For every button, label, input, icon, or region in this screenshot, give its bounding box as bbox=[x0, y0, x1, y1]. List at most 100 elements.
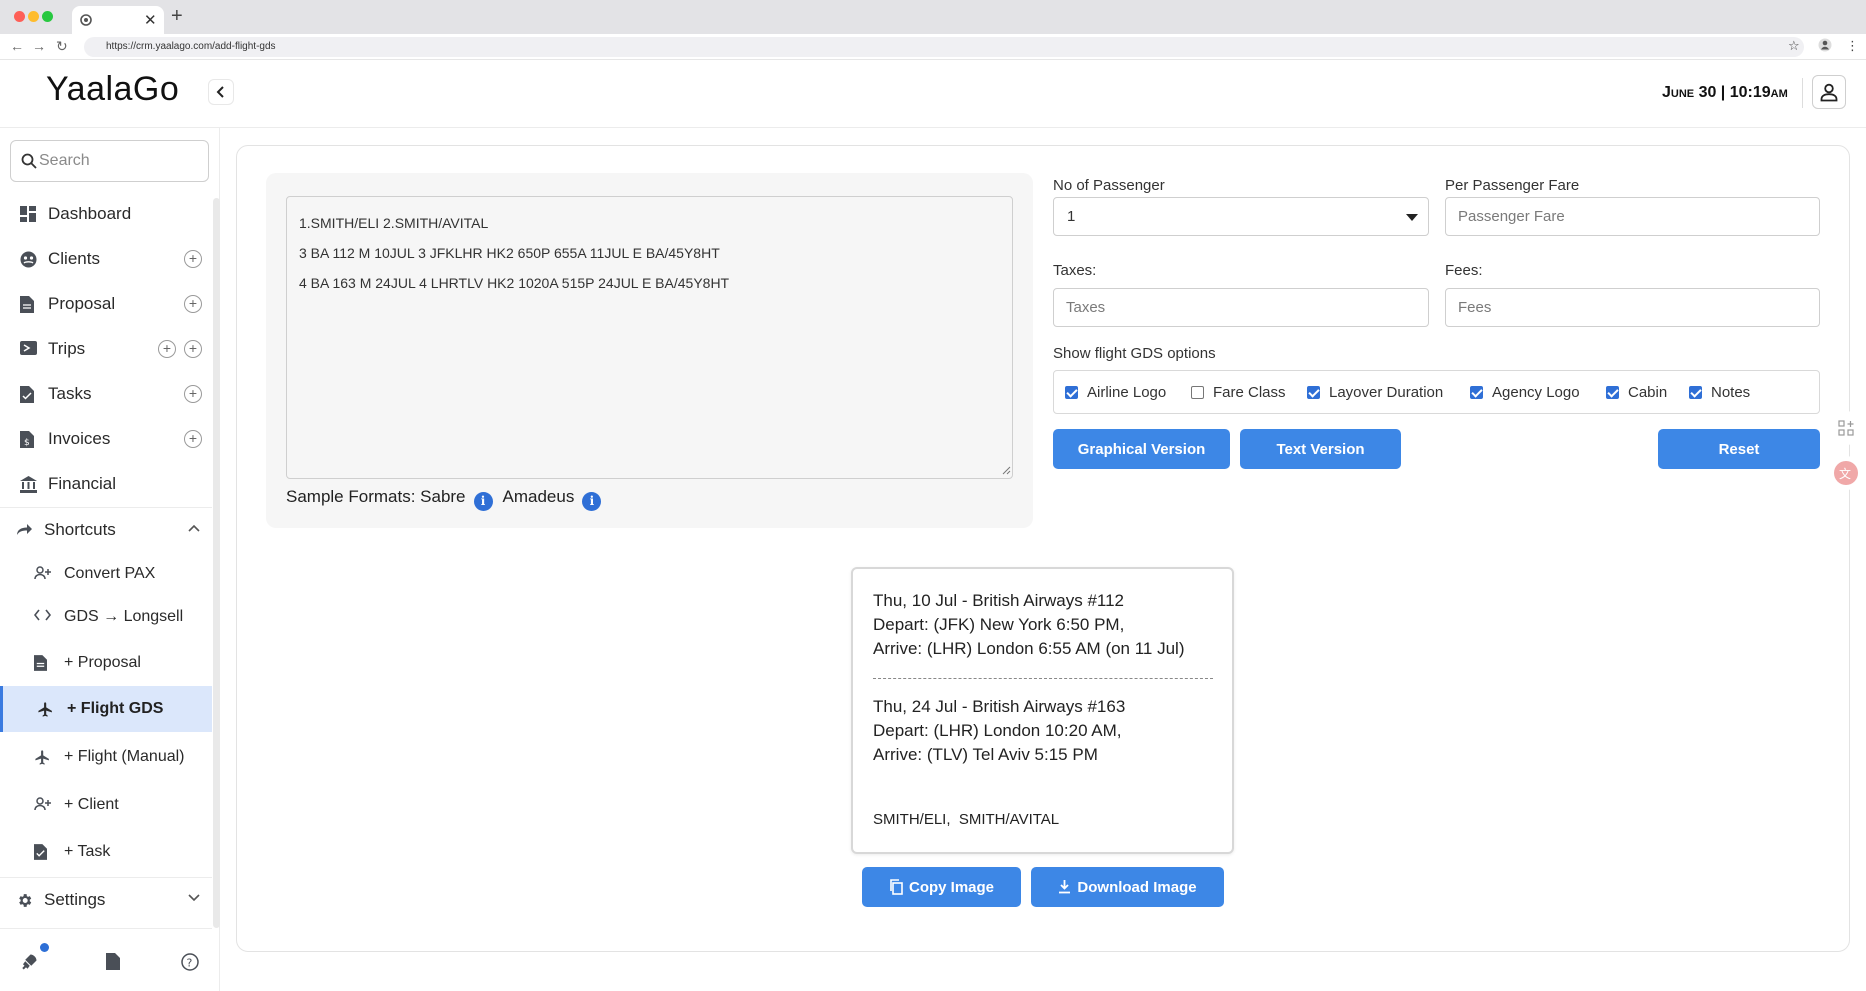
option-label: Agency Logo bbox=[1492, 384, 1580, 401]
reload-icon[interactable]: ↻ bbox=[56, 38, 68, 55]
shortcut-add-client[interactable]: + Client bbox=[0, 782, 212, 828]
maximize-window-button[interactable] bbox=[42, 11, 53, 22]
sidebar-settings-toggle[interactable]: Settings bbox=[0, 877, 212, 921]
download-image-button[interactable]: Download Image bbox=[1031, 867, 1224, 907]
sidebar-scrollbar[interactable] bbox=[213, 198, 220, 928]
shortcut-add-proposal[interactable]: + Proposal bbox=[0, 640, 212, 686]
close-window-button[interactable] bbox=[14, 11, 25, 22]
checkbox[interactable] bbox=[1606, 386, 1619, 399]
passengers-select[interactable]: 1 bbox=[1053, 197, 1429, 236]
ticket-icon bbox=[20, 341, 37, 355]
passengers-label: No of Passenger bbox=[1053, 177, 1165, 194]
back-icon[interactable]: ← bbox=[10, 38, 24, 54]
caret-down-icon bbox=[1406, 214, 1418, 221]
translate-icon[interactable]: 文 bbox=[1829, 456, 1863, 490]
url-field[interactable]: https://crm.yaalago.com/add-flight-gds bbox=[84, 37, 1804, 57]
options-label: Show flight GDS options bbox=[1053, 345, 1216, 362]
svg-text:$: $ bbox=[24, 438, 30, 448]
copy-icon bbox=[889, 879, 903, 895]
apps-grid-icon[interactable] bbox=[1829, 411, 1863, 445]
settings-label: Settings bbox=[44, 890, 106, 909]
browser-tab[interactable]: ✕ bbox=[72, 6, 164, 34]
rocket-icon[interactable] bbox=[20, 953, 38, 971]
svg-text:文: 文 bbox=[1839, 466, 1851, 481]
browser-menu-icon[interactable]: ⋮ bbox=[1846, 38, 1859, 54]
sidebar-collapse-button[interactable] bbox=[208, 79, 234, 105]
add-client-button[interactable]: + bbox=[184, 250, 202, 268]
shortcut-gds-longsell[interactable]: GDS → Longsell bbox=[0, 594, 212, 640]
fare-field[interactable] bbox=[1445, 197, 1820, 236]
segment-1-arrive: Arrive: (LHR) London 6:55 AM (on 11 Jul) bbox=[873, 639, 1185, 658]
sample-formats: Sample Formats: Sabre i Amadeus i bbox=[286, 487, 611, 511]
amadeus-info-icon[interactable]: i bbox=[582, 492, 602, 511]
shortcut-add-flight-gds-active[interactable]: + Flight GDS bbox=[0, 686, 212, 732]
shortcuts-label: Shortcuts bbox=[44, 520, 116, 539]
add-trip-alt-button[interactable]: + bbox=[184, 340, 202, 358]
checkbox[interactable] bbox=[1307, 386, 1320, 399]
gds-line: 1.SMITH/ELI 2.SMITH/AVITAL bbox=[299, 215, 489, 231]
close-tab-icon[interactable]: ✕ bbox=[144, 11, 157, 29]
sidebar-item-tasks[interactable]: Tasks + bbox=[0, 372, 212, 416]
option-cabin[interactable]: Cabin bbox=[1606, 384, 1667, 401]
shortcut-label: + Flight GDS bbox=[67, 700, 164, 717]
profile-icon[interactable] bbox=[1818, 38, 1832, 52]
option-fare-class[interactable]: Fare Class bbox=[1191, 384, 1286, 401]
taxes-input[interactable] bbox=[1054, 289, 1428, 326]
fees-input[interactable] bbox=[1446, 289, 1819, 326]
chrome-icon bbox=[80, 14, 92, 26]
option-airline-logo[interactable]: Airline Logo bbox=[1065, 384, 1166, 401]
sabre-info-icon[interactable]: i bbox=[473, 492, 493, 511]
user-menu-button[interactable] bbox=[1812, 75, 1846, 109]
fare-label: Per Passenger Fare bbox=[1445, 177, 1580, 194]
person-add-icon bbox=[34, 797, 52, 811]
sidebar-item-invoices[interactable]: $ Invoices + bbox=[0, 417, 212, 461]
copy-image-button[interactable]: Copy Image bbox=[862, 867, 1021, 907]
checkbox[interactable] bbox=[1065, 386, 1078, 399]
sidebar-item-label: Trips bbox=[48, 339, 86, 358]
app-header: YaalaGo June 30 | 10:19am bbox=[0, 60, 1866, 128]
option-label: Fare Class bbox=[1213, 384, 1286, 401]
resize-handle-icon[interactable] bbox=[1002, 466, 1011, 475]
forward-icon[interactable]: → bbox=[32, 38, 46, 54]
new-tab-button[interactable]: + bbox=[171, 5, 183, 28]
checkbox[interactable] bbox=[1470, 386, 1483, 399]
option-layover-duration[interactable]: Layover Duration bbox=[1307, 384, 1443, 401]
segment-divider bbox=[873, 678, 1213, 679]
sidebar-item-proposal[interactable]: Proposal + bbox=[0, 282, 212, 326]
shortcut-add-task[interactable]: + Task bbox=[0, 829, 212, 875]
sidebar-item-clients[interactable]: Clients + bbox=[0, 237, 212, 281]
add-trip-button[interactable]: + bbox=[158, 340, 176, 358]
shortcut-add-flight-manual[interactable]: + Flight (Manual) bbox=[0, 734, 212, 780]
taxes-field[interactable] bbox=[1053, 288, 1429, 327]
shortcut-convert-pax[interactable]: Convert PAX bbox=[0, 551, 212, 597]
checkbox[interactable] bbox=[1689, 386, 1702, 399]
add-proposal-button[interactable]: + bbox=[184, 295, 202, 313]
passenger-names: SMITH/ELI, SMITH/AVITAL bbox=[873, 811, 1060, 828]
sidebar-item-financial[interactable]: Financial bbox=[0, 462, 212, 506]
header-divider bbox=[1802, 78, 1803, 108]
graphical-version-button[interactable]: Graphical Version bbox=[1053, 429, 1230, 469]
gds-textarea[interactable]: 1.SMITH/ELI 2.SMITH/AVITAL 3 BA 112 M 10… bbox=[286, 196, 1013, 479]
file-icon[interactable] bbox=[106, 953, 120, 970]
text-version-button[interactable]: Text Version bbox=[1240, 429, 1401, 469]
sidebar-item-trips[interactable]: Trips + + bbox=[0, 327, 212, 371]
help-icon[interactable]: ? bbox=[181, 953, 199, 971]
sidebar-shortcuts-toggle[interactable]: Shortcuts bbox=[0, 507, 212, 551]
checkbox[interactable] bbox=[1191, 386, 1204, 399]
app-logo[interactable]: YaalaGo bbox=[46, 70, 179, 109]
bookmark-star-icon[interactable]: ☆ bbox=[1788, 38, 1800, 54]
gds-options-group: Airline Logo Fare Class Layover Duration… bbox=[1053, 370, 1820, 414]
add-invoice-button[interactable]: + bbox=[184, 430, 202, 448]
minimize-window-button[interactable] bbox=[28, 11, 39, 22]
sidebar-search[interactable] bbox=[10, 140, 209, 182]
option-notes[interactable]: Notes bbox=[1689, 384, 1750, 401]
sidebar-item-dashboard[interactable]: Dashboard bbox=[0, 192, 212, 236]
fees-field[interactable] bbox=[1445, 288, 1820, 327]
search-input[interactable] bbox=[39, 151, 199, 171]
reset-button[interactable]: Reset bbox=[1658, 429, 1820, 469]
option-label: Notes bbox=[1711, 384, 1751, 401]
segment-2-title: Thu, 24 Jul - British Airways #163 bbox=[873, 697, 1126, 716]
option-agency-logo[interactable]: Agency Logo bbox=[1470, 384, 1580, 401]
add-task-button[interactable]: + bbox=[184, 385, 202, 403]
fare-input[interactable] bbox=[1446, 198, 1819, 235]
